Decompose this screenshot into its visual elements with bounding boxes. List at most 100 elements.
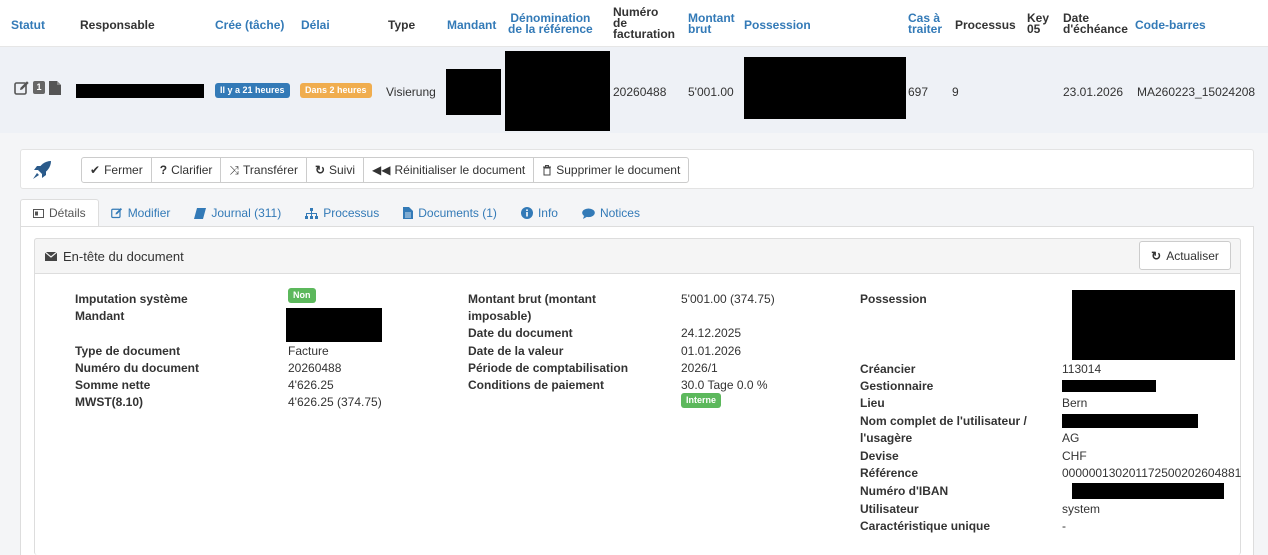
mwst-label: MWST(8.10) <box>75 395 144 409</box>
table-row[interactable]: 1 Il y a 21 heures Dans 2 heures Visieru… <box>0 47 1268 133</box>
trash-icon <box>543 164 552 175</box>
redacted-responsable <box>76 84 204 98</box>
row-cas: 697 <box>908 85 929 99</box>
row-montant: 5'001.00 <box>688 85 734 99</box>
type-doc-value: Facture <box>288 344 329 358</box>
envelope-icon <box>45 252 57 261</box>
montant-brut-label-line1: Montant brut (montant <box>468 292 596 306</box>
somme-label: Somme nette <box>75 378 151 392</box>
tab-processus-label: Processus <box>323 206 380 220</box>
col-cas-a-traiter[interactable]: Cas à traiter <box>908 12 942 35</box>
montant-brut-label-line2: imposable) <box>468 309 532 323</box>
col-numero-facturation[interactable]: Numéro de facturation <box>613 6 676 41</box>
col-date-echeance[interactable]: Date d'échéance <box>1063 12 1128 35</box>
caracteristique-value: - <box>1062 519 1066 533</box>
creancier-label: Créancier <box>860 362 916 376</box>
col-montant-brut[interactable]: Montant brut <box>688 12 735 36</box>
col-responsable[interactable]: Responsable <box>80 19 155 31</box>
tab-notices-label: Notices <box>599 206 640 220</box>
col-numero-line3: facturation <box>613 27 676 41</box>
col-processus[interactable]: Processus <box>955 19 1016 31</box>
suivi-button[interactable]: ↻ Suivi <box>305 157 365 183</box>
tab-journal[interactable]: Journal (311) <box>182 199 293 227</box>
document-header-title-bar: En-tête du document <box>34 238 1241 274</box>
question-icon: ? <box>159 163 168 177</box>
possession-label: Possession <box>860 292 927 306</box>
tab-documents-label: Documents (1) <box>418 206 497 220</box>
suivi-label: Suivi <box>329 163 356 177</box>
tab-processus[interactable]: Processus <box>293 199 391 227</box>
caracteristique-label: Caractéristique unique <box>860 519 991 533</box>
reference-label: Référence <box>860 466 919 480</box>
comment-icon <box>582 208 595 219</box>
col-denomination-line2: de la référence <box>508 22 593 36</box>
redacted-denomination <box>505 51 610 131</box>
redacted-possession-value <box>1072 290 1235 360</box>
col-key-05[interactable]: Key 05 <box>1027 12 1049 35</box>
lieu-label: Lieu <box>860 396 885 410</box>
imputation-label: Imputation système <box>75 292 188 306</box>
nom-complet-value: AG <box>1062 431 1080 445</box>
file-icon <box>403 207 414 219</box>
col-mandant[interactable]: Mandant <box>447 19 496 31</box>
col-code-barres[interactable]: Code-barres <box>1135 19 1206 31</box>
nom-complet-label-line2: l'usagère <box>860 431 913 445</box>
supprimer-button[interactable]: Supprimer le document <box>533 157 690 183</box>
reinitialiser-label: Réinitialiser le document <box>394 163 526 177</box>
col-type[interactable]: Type <box>388 19 415 31</box>
tab-info-label: Info <box>537 206 558 220</box>
periode-value: 2026/1 <box>681 361 718 375</box>
date-doc-value: 24.12.2025 <box>681 326 742 340</box>
row-date-echeance: 23.01.2026 <box>1063 85 1124 99</box>
clarifier-button[interactable]: ? Clarifier <box>150 157 222 183</box>
edit-icon[interactable] <box>14 80 30 96</box>
mwst-value: 4'626.25 (374.75) <box>288 395 382 409</box>
col-cree-tache[interactable]: Crée (tâche) <box>215 19 284 31</box>
actualiser-button[interactable]: ↻ Actualiser <box>1139 241 1231 270</box>
utilisateur-value: system <box>1062 502 1101 516</box>
nom-complet-label: Nom complet de l'utilisateur / l'usagère <box>860 413 1027 447</box>
date-valeur-value: 01.01.2026 <box>681 344 742 358</box>
check-icon: ✔ <box>90 163 101 177</box>
actualiser-label: Actualiser <box>1166 248 1219 263</box>
col-statut[interactable]: Statut <box>11 19 45 31</box>
refresh-icon: ↻ <box>314 163 325 177</box>
date-valeur-label: Date de la valeur <box>468 344 564 358</box>
table-header: Statut Responsable Crée (tâche) Délai Ty… <box>0 0 1268 47</box>
fermer-label: Fermer <box>104 163 143 177</box>
periode-label: Période de comptabilisation <box>468 361 629 375</box>
transferer-button[interactable]: ⤨ Transférer <box>220 157 307 183</box>
supprimer-label: Supprimer le document <box>556 163 681 177</box>
tab-modifier[interactable]: Modifier <box>99 199 183 227</box>
tab-bar: Détails Modifier Journal (311) Processus… <box>20 199 652 227</box>
tab-details-label: Détails <box>49 206 86 220</box>
numero-doc-label: Numéro du document <box>75 361 200 375</box>
clarifier-label: Clarifier <box>171 163 213 177</box>
montant-brut-value: 5'001.00 (374.75) <box>681 292 775 306</box>
tab-details[interactable]: Détails <box>20 199 99 227</box>
reinitialiser-button[interactable]: ◀◀ Réinitialiser le document <box>363 157 535 183</box>
refresh-icon: ↻ <box>1151 248 1162 263</box>
col-possession[interactable]: Possession <box>744 19 811 31</box>
col-delai[interactable]: Délai <box>301 19 330 31</box>
mandant-label: Mandant <box>75 309 125 323</box>
book-icon <box>194 207 207 219</box>
conditions-label: Conditions de paiement <box>468 378 605 392</box>
shuffle-icon: ⤨ <box>229 162 240 177</box>
col-montant-line2: brut <box>688 22 712 36</box>
tab-notices[interactable]: Notices <box>570 199 652 227</box>
created-badge: Il y a 21 heures <box>215 83 290 98</box>
delay-badge: Dans 2 heures <box>300 83 372 98</box>
tab-documents[interactable]: Documents (1) <box>391 199 509 227</box>
devise-value: CHF <box>1062 449 1087 463</box>
document-header-box <box>34 238 1241 555</box>
document-icon[interactable] <box>48 80 62 96</box>
tab-info[interactable]: Info <box>509 199 570 227</box>
fermer-button[interactable]: ✔ Fermer <box>81 157 152 183</box>
creancier-value: 113014 <box>1062 362 1102 376</box>
col-denomination[interactable]: Dénomination de la référence <box>508 12 593 36</box>
rocket-icon[interactable] <box>31 159 53 181</box>
edit-icon <box>110 207 122 219</box>
info-icon <box>520 207 533 219</box>
row-code-barres: MA260223_15024208 <box>1137 85 1256 99</box>
